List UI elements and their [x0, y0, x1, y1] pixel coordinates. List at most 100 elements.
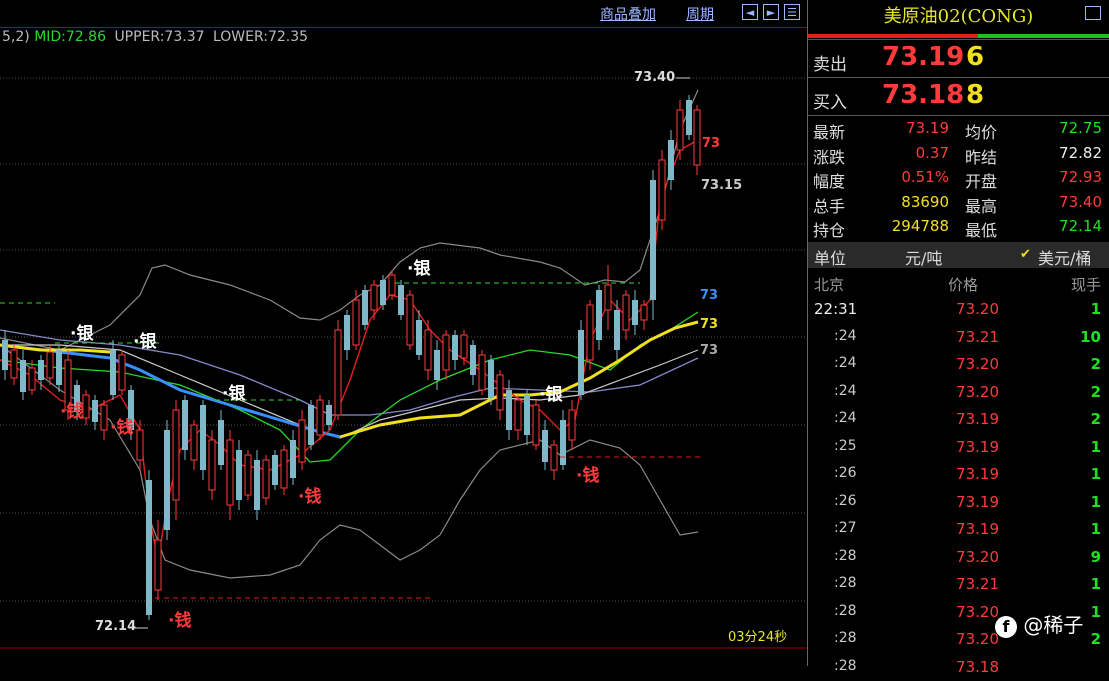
candle [290, 430, 296, 485]
candle [650, 170, 656, 320]
buy-row[interactable]: 买入 73.18 8 [808, 77, 1109, 116]
candle [488, 355, 494, 405]
stat-row: 持仓 294788 最低 72.14 [808, 214, 1109, 239]
candle [596, 285, 602, 350]
ma-yellow-label: 73 [700, 317, 718, 332]
money-marker: ·钱 [168, 606, 191, 631]
ticks-header: 北京 价格 现手 [808, 270, 1109, 296]
candle [182, 395, 188, 460]
candle [38, 355, 44, 390]
unit-value: 元/吨 [905, 245, 942, 269]
tick-price: 73.19 [956, 520, 999, 538]
tick-time: 22:31 [814, 300, 857, 318]
tick-price: 73.19 [956, 493, 999, 511]
candle [308, 400, 314, 450]
candle [263, 455, 269, 505]
candle [551, 440, 557, 480]
unit-alt-option[interactable]: 美元/桶 [1038, 245, 1091, 269]
silver-marker: ·银 [539, 380, 562, 405]
watermark: f @稀子 [995, 609, 1083, 638]
candle [245, 450, 251, 500]
stat-row: 幅度 0.51% 开盘 72.93 [808, 165, 1109, 190]
candle [569, 400, 575, 450]
tick-qty: 2 [1091, 355, 1101, 373]
unit-label: 单位 [814, 245, 846, 269]
tick-qty: 1 [1091, 438, 1101, 456]
silver-marker: ·银 [407, 254, 430, 279]
money-marker: ·钱 [576, 461, 599, 486]
tick-price: 73.20 [956, 548, 999, 566]
tick-qty: 1 [1091, 575, 1101, 593]
tick-time: :27 [834, 520, 857, 536]
tick-price: 73.21 [956, 328, 999, 346]
tick-price: 73.20 [956, 630, 999, 648]
tick-qty: 1 [1091, 493, 1101, 511]
kline-chart[interactable]: 商品叠加 周期 ◄ ► ☰ 5,2) MID:72.86 UPPER:73.37… [0, 0, 807, 666]
candle [623, 290, 629, 340]
tick-row: :2473.202 [808, 379, 1109, 407]
candle [461, 330, 467, 365]
tick-row: 22:3173.201 [808, 296, 1109, 324]
candle [200, 400, 206, 480]
candle [524, 390, 530, 445]
tick-time: :25 [834, 438, 857, 454]
candle [209, 430, 215, 500]
ma-red-label: 73 [702, 136, 720, 151]
candle [254, 450, 260, 520]
tick-time: :28 [834, 575, 857, 591]
candle [694, 105, 700, 175]
tick-qty: 2 [1091, 630, 1101, 648]
candle [299, 410, 305, 470]
candle [677, 100, 683, 160]
money-marker: ·钱 [60, 397, 83, 422]
stats-table: 最新 73.19 均价 72.75 涨跌 0.37 昨结 72.82 幅度 0.… [808, 115, 1109, 239]
ma-blue-label: 73 [700, 288, 718, 303]
candle [389, 270, 395, 300]
tick-row: :26 73.19 1 [808, 489, 1109, 517]
candle [641, 300, 647, 330]
tick-price: 73.21 [956, 575, 999, 593]
candle [542, 420, 548, 470]
tick-time: :26 [834, 493, 857, 509]
candle [470, 340, 476, 385]
candle [686, 95, 692, 140]
last-price-label: 73.15 [701, 178, 742, 193]
tick-time: :24 [834, 410, 857, 426]
money-marker: ·钱 [298, 482, 321, 507]
tick-price: 73.20 [956, 383, 999, 401]
candle [146, 470, 152, 620]
ma-gray-label: 73 [700, 343, 718, 358]
candle [191, 420, 197, 470]
tick-qty: 1 [1091, 520, 1101, 538]
buy-strength-bar [978, 34, 1109, 38]
candle [533, 400, 539, 450]
facebook-icon: f [995, 616, 1017, 638]
candle [92, 395, 98, 430]
candle [632, 290, 638, 335]
tick-row: :28 73.21 1 [808, 571, 1109, 599]
check-icon[interactable]: ✔ [1020, 247, 1031, 262]
tick-price: 73.20 [956, 603, 999, 621]
sell-price: 73.19 [882, 42, 964, 72]
tick-qty: 1 [1091, 300, 1101, 318]
candle [587, 300, 593, 370]
candle [335, 320, 341, 420]
sell-strength-bar [808, 34, 978, 38]
candle [407, 290, 413, 350]
candle [218, 410, 224, 470]
candle [668, 130, 674, 190]
high-price-label: 73.40 [634, 70, 675, 85]
restore-icon[interactable] [1085, 6, 1101, 20]
low-price-label: 72.14 [95, 619, 136, 634]
stat-row: 总手 83690 最高 73.40 [808, 190, 1109, 215]
unit-row[interactable]: 单位 元/吨 ✔ 美元/桶 [808, 242, 1109, 268]
candle [56, 345, 62, 392]
candle [344, 310, 350, 360]
tick-time: :24 [834, 328, 857, 344]
tick-row: :2673.191 [808, 461, 1109, 489]
stat-row: 涨跌 0.37 昨结 72.82 [808, 141, 1109, 166]
sell-row[interactable]: 卖出 73.19 6 [808, 39, 1109, 78]
candle [380, 275, 386, 310]
watermark-text: @稀子 [1023, 613, 1083, 637]
tick-time: :28 [834, 630, 857, 646]
